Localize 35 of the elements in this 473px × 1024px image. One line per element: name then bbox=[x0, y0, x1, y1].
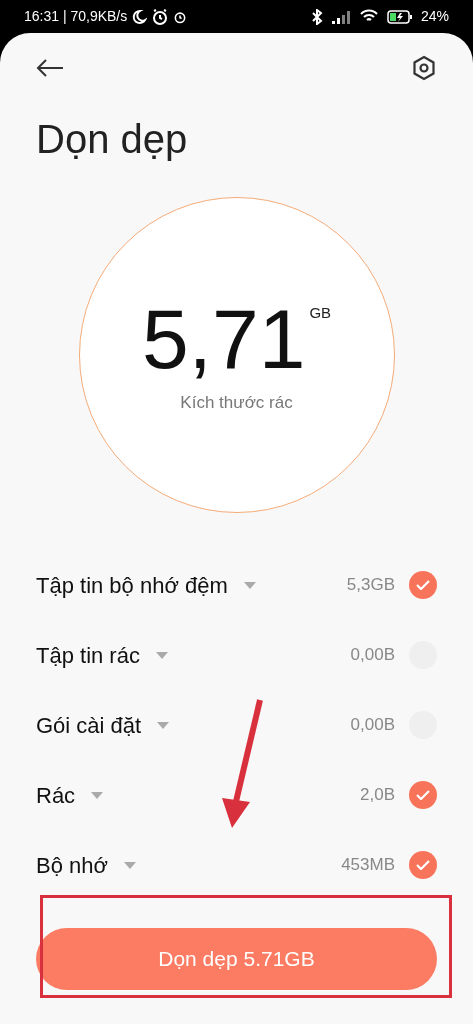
category-label[interactable]: Rác bbox=[36, 778, 76, 812]
dropdown-caret-icon[interactable] bbox=[155, 651, 168, 660]
page-title: Dọn dẹp bbox=[36, 116, 189, 163]
category-size: 2,0B bbox=[360, 784, 395, 807]
dropdown-caret-icon[interactable] bbox=[91, 791, 104, 800]
bluetooth-icon bbox=[310, 8, 323, 25]
junk-size-value: 5,71 bbox=[141, 294, 306, 385]
alarm-icon bbox=[173, 9, 188, 24]
size-caption: Kích thước rác bbox=[180, 392, 293, 415]
category-size: 5,3GB bbox=[346, 574, 395, 597]
category-label[interactable]: Tập tin bộ nhớ đệm bbox=[36, 568, 228, 602]
size-unit: GB bbox=[309, 303, 332, 324]
status-time: 16:31 | 70,9KB/s bbox=[24, 7, 128, 26]
signal-icon bbox=[330, 9, 351, 24]
settings-icon[interactable] bbox=[411, 55, 437, 81]
battery-icon bbox=[386, 9, 413, 24]
dropdown-caret-icon[interactable] bbox=[123, 861, 136, 870]
checkbox[interactable] bbox=[409, 571, 437, 599]
checkmark-icon bbox=[416, 580, 430, 590]
alarm-icon bbox=[151, 7, 170, 26]
category-label[interactable]: Bộ nhớ bbox=[36, 848, 108, 882]
category-label[interactable]: Tập tin rác bbox=[36, 638, 140, 672]
battery-level: 24% bbox=[420, 7, 449, 26]
category-size: 0,00B bbox=[350, 714, 395, 737]
dropdown-caret-icon[interactable] bbox=[157, 721, 170, 730]
back-icon[interactable] bbox=[36, 58, 64, 78]
checkbox[interactable] bbox=[409, 781, 437, 809]
dropdown-caret-icon[interactable] bbox=[243, 581, 256, 590]
category-label[interactable]: Gói cài đặt bbox=[36, 708, 142, 742]
checkmark-icon bbox=[416, 860, 430, 870]
moon-icon bbox=[131, 8, 148, 25]
category-size: 453MB bbox=[341, 854, 395, 877]
checkmark-icon bbox=[416, 790, 430, 800]
checkbox[interactable] bbox=[409, 851, 437, 879]
category-size: 0,00B bbox=[350, 644, 395, 667]
